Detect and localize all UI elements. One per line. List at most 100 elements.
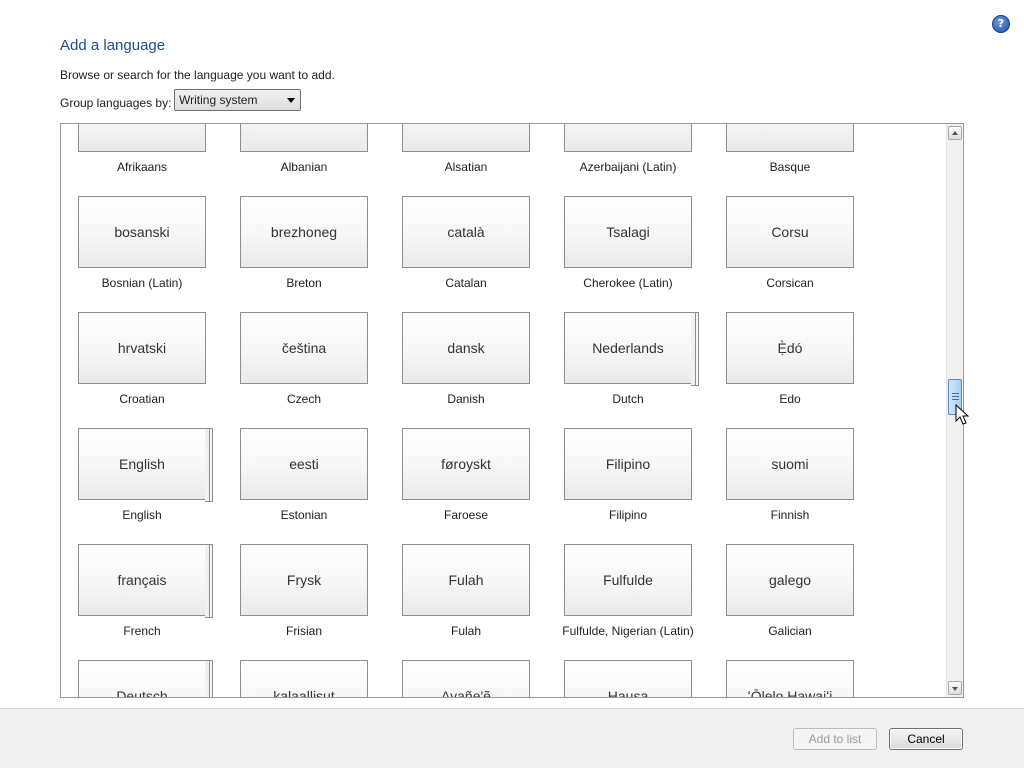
grip-line [952, 393, 959, 394]
language-item[interactable]: Afrikaans [78, 124, 238, 196]
group-by-value: Writing system [179, 93, 258, 107]
language-item[interactable]: ʻŌlelo Hawaiʻi [726, 660, 886, 697]
language-item[interactable]: Nederlands Dutch [564, 312, 724, 428]
language-name: Edo [779, 392, 801, 406]
language-tile[interactable]: English [78, 428, 213, 502]
language-name: English [122, 508, 162, 522]
language-name: Dutch [612, 392, 644, 406]
page-title: Add a language [60, 37, 166, 54]
language-item[interactable]: Frysk Frisian [240, 544, 400, 660]
language-tile[interactable]: føroyskt [402, 428, 530, 500]
language-name: Frisian [285, 624, 322, 638]
language-tile[interactable] [78, 124, 206, 152]
language-item[interactable]: Azerbaijani (Latin) [564, 124, 724, 196]
language-item[interactable]: eesti Estonian [240, 428, 400, 544]
language-tile[interactable] [726, 124, 854, 152]
language-item[interactable]: Avañe'ẽ [402, 660, 562, 697]
language-name: Danish [447, 392, 485, 406]
cancel-button[interactable]: Cancel [889, 728, 963, 750]
language-name: French [123, 624, 161, 638]
language-tile[interactable]: brezhoneg [240, 196, 368, 268]
language-tile[interactable]: Nederlands [564, 312, 699, 386]
language-name: Azerbaijani (Latin) [579, 160, 677, 174]
language-tile[interactable]: Fulah [402, 544, 530, 616]
language-name: Breton [286, 276, 322, 290]
footer-bar: Add to list Cancel [0, 708, 1024, 768]
language-item[interactable]: català Catalan [402, 196, 562, 312]
language-item[interactable]: Deutsch [78, 660, 238, 697]
language-tile[interactable]: suomi [726, 428, 854, 500]
language-tile[interactable]: ʻŌlelo Hawaiʻi [726, 660, 854, 697]
language-item[interactable]: kalaallisut [240, 660, 400, 697]
language-tile[interactable]: Filipino [564, 428, 692, 500]
language-item[interactable]: brezhoneg Breton [240, 196, 400, 312]
language-name: Czech [286, 392, 321, 406]
language-name: Catalan [445, 276, 487, 290]
instructions-text: Browse or search for the language you wa… [60, 68, 335, 82]
language-name: Filipino [608, 508, 647, 522]
language-tile[interactable]: Fulfulde [564, 544, 692, 616]
language-list[interactable]: Afrikaans Albanian Alsatian Azerbaijani (La… [60, 123, 964, 698]
language-tile[interactable]: Avañe'ẽ [402, 660, 530, 697]
language-item[interactable]: Basque [726, 124, 886, 196]
scroll-down-arrow-icon [952, 687, 958, 691]
language-name: Basque [769, 160, 811, 174]
language-tile[interactable]: Deutsch [78, 660, 213, 697]
language-name: Faroese [443, 508, 489, 522]
language-item[interactable]: Hausa [564, 660, 724, 697]
chevron-down-icon[interactable] [287, 98, 295, 103]
language-tile[interactable]: galego [726, 544, 854, 616]
language-item[interactable]: føroyskt Faroese [402, 428, 562, 544]
language-tile[interactable]: hrvatski [78, 312, 206, 384]
language-name: Galician [768, 624, 812, 638]
add-to-list-button[interactable]: Add to list [793, 728, 877, 750]
language-name: Alsatian [444, 160, 488, 174]
language-item[interactable]: Filipino Filipino [564, 428, 724, 544]
scroll-up-button[interactable] [948, 126, 962, 140]
language-item[interactable]: bosanski Bosnian (Latin) [78, 196, 238, 312]
help-icon[interactable]: ? [992, 15, 1010, 33]
mouse-pointer-icon [955, 404, 969, 425]
language-tile[interactable]: dansk [402, 312, 530, 384]
language-item[interactable]: suomi Finnish [726, 428, 886, 544]
language-item[interactable]: English English [78, 428, 238, 544]
language-item[interactable]: Alsatian [402, 124, 562, 196]
language-item[interactable]: français French [78, 544, 238, 660]
language-item[interactable]: hrvatski Croatian [78, 312, 238, 428]
language-name: Estonian [280, 508, 328, 522]
language-tile[interactable]: bosanski [78, 196, 206, 268]
language-tile[interactable]: català [402, 196, 530, 268]
language-item[interactable]: Tsalagi Cherokee (Latin) [564, 196, 724, 312]
group-by-dropdown[interactable]: Writing system [174, 89, 301, 111]
language-tile[interactable] [240, 124, 368, 152]
language-item[interactable]: Albanian [240, 124, 400, 196]
language-tile[interactable]: Ẹ̀dó [726, 312, 854, 384]
grip-line [952, 399, 959, 400]
language-name: Bosnian (Latin) [101, 276, 183, 290]
language-item[interactable]: Ẹ̀dó Edo [726, 312, 886, 428]
language-tile[interactable]: eesti [240, 428, 368, 500]
language-tile[interactable] [564, 124, 692, 152]
language-name: Cherokee (Latin) [583, 276, 673, 290]
language-item[interactable]: dansk Danish [402, 312, 562, 428]
language-item[interactable]: galego Galician [726, 544, 886, 660]
scroll-down-button[interactable] [948, 681, 962, 695]
language-item[interactable]: Fulah Fulah [402, 544, 562, 660]
language-name: Croatian [119, 392, 165, 406]
language-tile[interactable]: Frysk [240, 544, 368, 616]
language-tile[interactable] [402, 124, 530, 152]
language-tile[interactable]: français [78, 544, 213, 618]
language-item[interactable]: Fulfulde Fulfulde, Nigerian (Latin) [562, 544, 724, 660]
language-name: Fulfulde, Nigerian (Latin) [562, 624, 694, 638]
language-name: Finnish [770, 508, 810, 522]
language-item[interactable]: čeština Czech [240, 312, 400, 428]
language-name: Albanian [280, 160, 328, 174]
language-item[interactable]: Corsu Corsican [726, 196, 886, 312]
scroll-up-arrow-icon [952, 131, 958, 135]
language-tile[interactable]: Hausa [564, 660, 692, 697]
language-tile[interactable]: kalaallisut [240, 660, 368, 697]
language-tile[interactable]: Tsalagi [564, 196, 692, 268]
language-tile[interactable]: Corsu [726, 196, 854, 268]
language-tile[interactable]: čeština [240, 312, 368, 384]
language-name: Corsican [766, 276, 814, 290]
